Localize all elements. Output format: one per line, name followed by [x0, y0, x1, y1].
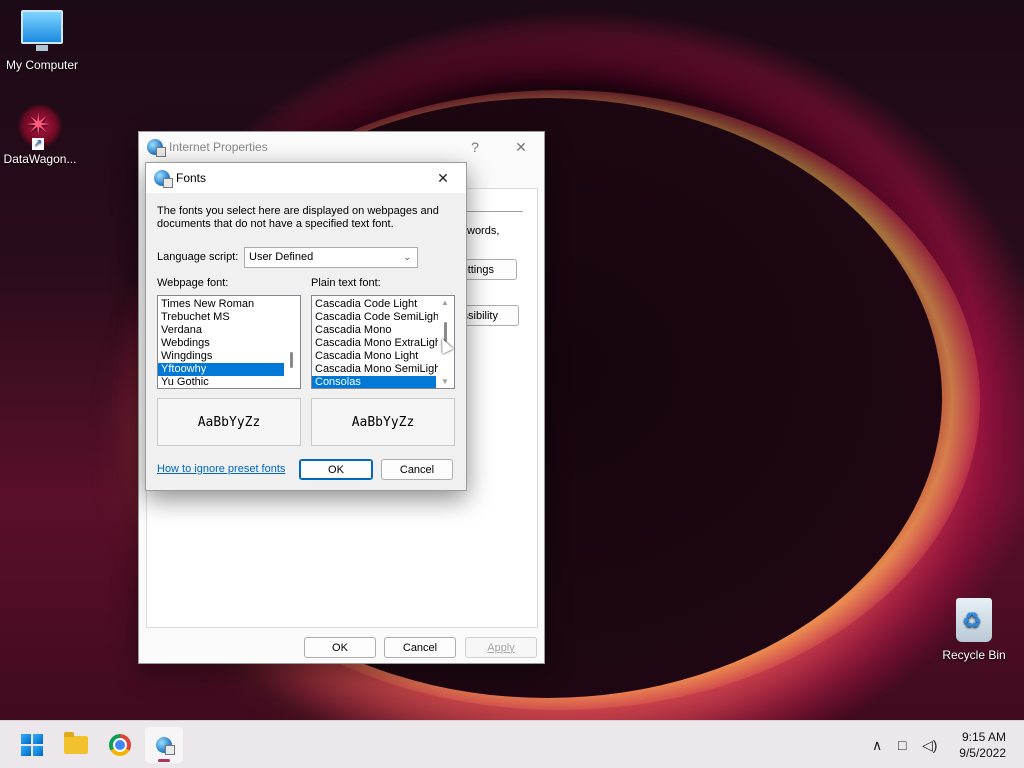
internet-options-icon [147, 139, 166, 157]
tray-overflow-button[interactable]: ∧ [872, 721, 882, 768]
volume-icon: ◁) [922, 736, 938, 753]
list-item[interactable]: Cascadia Mono [312, 324, 436, 337]
scroll-thumb[interactable] [290, 352, 293, 368]
list-item-selected[interactable]: Yftoowhy [158, 363, 284, 376]
fonts-ok-button[interactable]: OK [299, 459, 373, 480]
ok-label: OK [332, 641, 348, 654]
window-title: Internet Properties [169, 140, 268, 154]
fonts-titlebar: Fonts ✕ [146, 163, 466, 193]
cancel-button[interactable]: Cancel [384, 637, 456, 658]
list-item[interactable]: Verdana [158, 324, 284, 337]
tray-volume[interactable]: ◁) [922, 721, 937, 768]
desktop-icon-datawagon[interactable]: ↗ DataWagon... [0, 104, 82, 166]
chevron-up-icon: ∧ [872, 736, 883, 753]
scroll-down-icon[interactable]: ▼ [441, 377, 449, 386]
fonts-description: The fonts you select here are displayed … [157, 205, 439, 230]
help-button[interactable]: ? [452, 132, 498, 162]
shortcut-arrow-icon: ↗ [32, 138, 44, 150]
help-icon: ? [471, 139, 479, 155]
chevron-down-icon: ⌄ [403, 252, 411, 262]
desktop-icon-label: DataWagon... [3, 152, 77, 166]
list-item[interactable]: Webdings [158, 337, 284, 350]
list-item[interactable]: Cascadia Mono ExtraLight [312, 337, 444, 350]
apply-button[interactable]: Apply [465, 637, 537, 658]
ok-label: OK [328, 463, 344, 476]
taskbar-chrome[interactable] [101, 727, 139, 763]
internet-options-icon [154, 170, 173, 188]
internet-options-icon [156, 737, 175, 755]
list-item[interactable]: Cascadia Code SemiLight [312, 311, 442, 324]
folder-icon [64, 732, 88, 754]
desktop-icon-label: Recycle Bin [942, 648, 1006, 662]
apply-label: Apply [487, 641, 515, 654]
list-item[interactable]: Cascadia Mono Light [312, 350, 436, 363]
list-item-selected[interactable]: Consolas [312, 376, 436, 388]
desktop-icon-label: My Computer [5, 58, 79, 72]
clock-date: 9/5/2022 [959, 746, 1006, 760]
datawagon-icon: ↗ [18, 104, 62, 150]
list-item[interactable]: Times New Roman [158, 298, 284, 311]
windows-logo-icon [21, 734, 43, 756]
plain-text-font-preview: AaBbYyZz [311, 398, 455, 446]
taskbar-internet-properties[interactable] [145, 727, 183, 763]
network-icon: □ [898, 737, 907, 753]
tray-network[interactable]: □ [898, 721, 906, 768]
fonts-cancel-button[interactable]: Cancel [381, 459, 453, 480]
taskbar-clock[interactable]: 9:15 AM 9/5/2022 [959, 729, 1006, 761]
close-button[interactable]: ✕ [420, 163, 466, 193]
webpage-font-scrollbar[interactable] [284, 296, 300, 388]
cancel-label: Cancel [399, 463, 435, 476]
language-script-value: User Defined [249, 251, 314, 263]
language-script-label: Language script: [157, 251, 239, 263]
close-icon: ✕ [515, 138, 527, 155]
ok-button[interactable]: OK [304, 637, 376, 658]
monitor-icon [21, 10, 63, 51]
scroll-up-icon[interactable]: ▲ [441, 298, 449, 307]
close-button[interactable]: ✕ [498, 132, 544, 162]
list-item[interactable]: Cascadia Code Light [312, 298, 436, 311]
start-button[interactable] [13, 727, 51, 763]
taskbar-file-explorer[interactable] [57, 727, 95, 763]
cancel-label: Cancel [402, 641, 438, 654]
fonts-dialog: Fonts ✕ The fonts you select here are di… [145, 162, 467, 491]
plain-text-font-label: Plain text font: [311, 277, 381, 289]
plain-text-font-list[interactable]: Cascadia Code Light Cascadia Code SemiLi… [311, 295, 455, 389]
internet-properties-titlebar: Internet Properties ? ✕ [139, 132, 544, 162]
background-text-words: words, [467, 225, 500, 237]
close-icon: ✕ [437, 169, 449, 186]
language-script-select[interactable]: User Defined ⌄ [244, 247, 418, 268]
list-item[interactable]: Wingdings [158, 350, 284, 363]
webpage-font-preview: AaBbYyZz [157, 398, 301, 446]
ignore-preset-fonts-link[interactable]: How to ignore preset fonts [157, 463, 285, 475]
desktop-icon-recycle-bin[interactable]: ♻ Recycle Bin [932, 598, 1016, 662]
desktop-icon-my-computer[interactable]: My Computer [0, 10, 84, 72]
dialog-title: Fonts [176, 171, 207, 185]
webpage-font-list[interactable]: Times New Roman Trebuchet MS Verdana Web… [157, 295, 301, 389]
webpage-font-label: Webpage font: [157, 277, 229, 289]
clock-time: 9:15 AM [961, 730, 1006, 744]
taskbar: ∧ □ ◁) 9:15 AM 9/5/2022 [0, 720, 1024, 768]
recycle-bin-icon: ♻ [956, 598, 992, 642]
list-item[interactable]: Cascadia Mono SemiLight [312, 363, 443, 376]
list-item[interactable]: Trebuchet MS [158, 311, 284, 324]
chrome-icon [109, 734, 131, 756]
list-item[interactable]: Yu Gothic [158, 376, 284, 388]
